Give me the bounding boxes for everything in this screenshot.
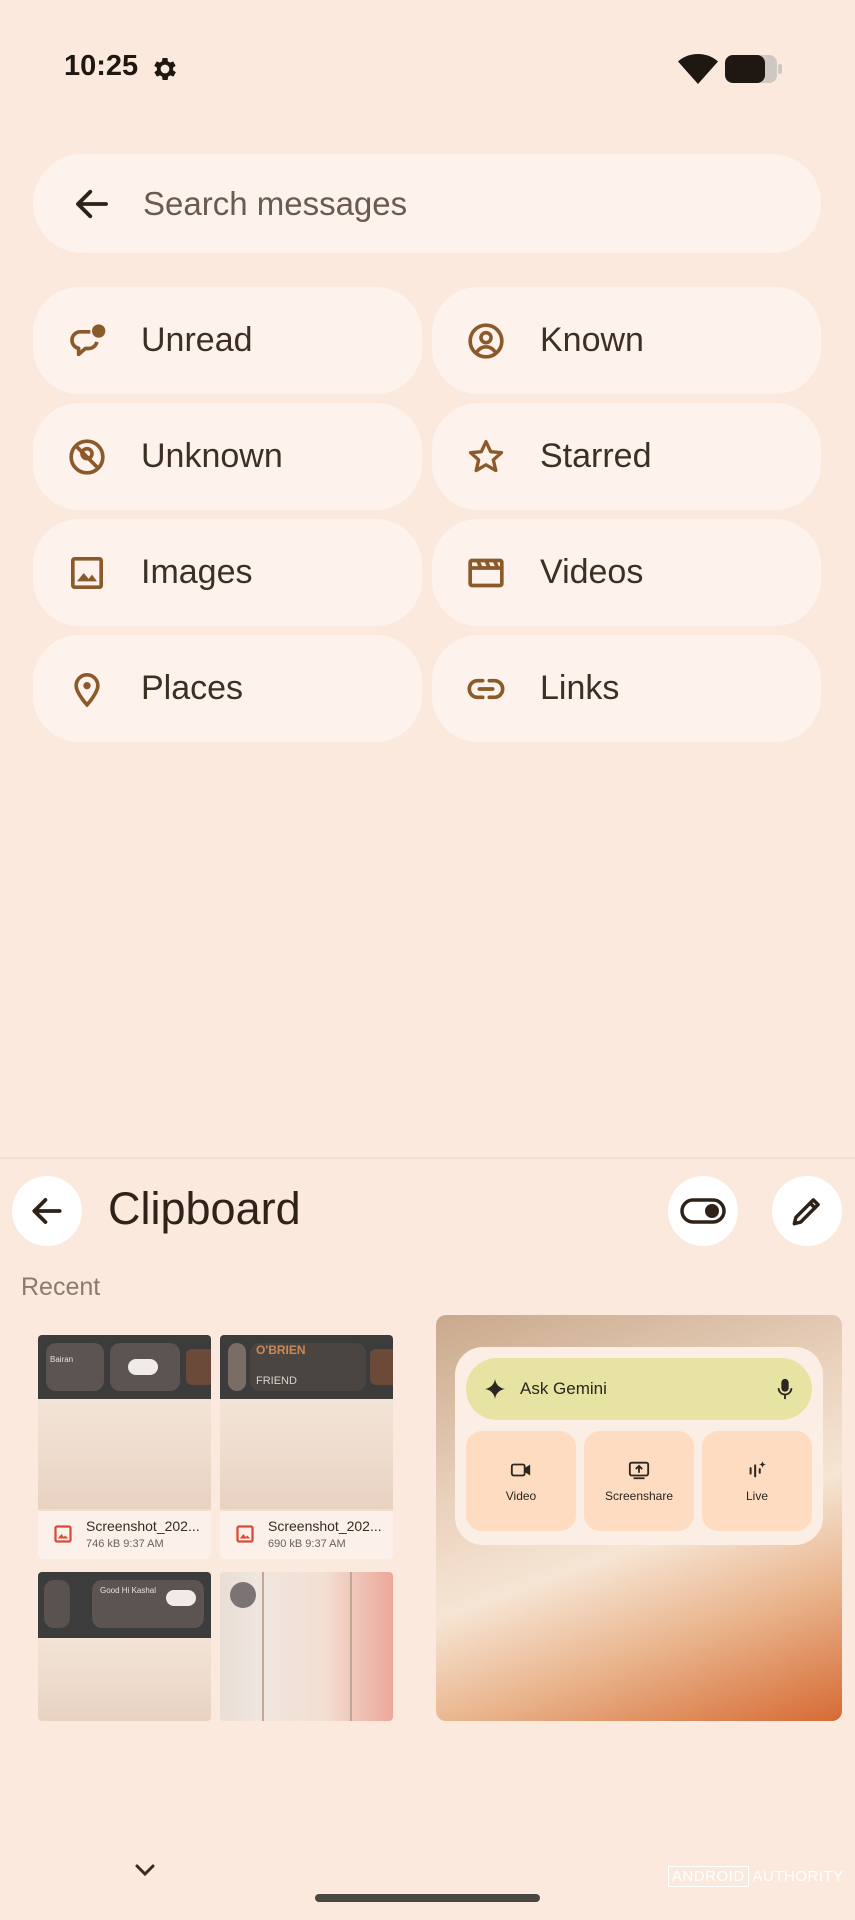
movie-icon [468,558,504,587]
clipboard-item[interactable]: Good Hi Kashal [38,1572,211,1721]
watermark-b: AUTHORITY [752,1868,844,1885]
pencil-icon [792,1198,820,1226]
location-pin-icon [74,672,100,708]
image-icon [71,556,103,589]
gemini-card: Ask Gemini Video Screenshare Live [455,1347,823,1545]
search-bar[interactable]: Search messages [33,154,821,253]
gemini-spark-icon [484,1378,506,1400]
clipboard-item[interactable]: O'BRIEN FRIEND Screenshot_202... 690 kB … [220,1335,393,1559]
gemini-button-label: Video [505,1489,537,1503]
watermark-a: ANDROID [668,1866,749,1887]
filter-label: Links [540,669,620,707]
clipboard-item[interactable]: Bairan Screenshot_202... 746 kB 9:37 AM [38,1335,211,1559]
gear-icon [154,58,176,80]
arrow-left-icon[interactable] [71,183,113,225]
thumb-text: Good Hi Kashal [100,1586,157,1595]
battery-icon [725,55,782,83]
thumb-text: Bairan [50,1355,74,1364]
ask-gemini-label: Ask Gemini [520,1379,607,1398]
filter-known[interactable]: Known [432,287,821,394]
gemini-screenshare-button[interactable]: Screenshare [584,1431,694,1531]
gemini-button-label: Live [745,1489,768,1503]
clip-meta: 746 kB 9:37 AM [86,1538,164,1550]
clip-filename: Screenshot_202... [86,1518,200,1534]
search-input[interactable]: Search messages [143,185,407,223]
clipboard-photo[interactable]: Ask Gemini Video Screenshare Live [436,1315,842,1721]
filter-places[interactable]: Places [33,635,422,742]
wifi-icon [678,54,718,84]
thumbnail-preview: O'BRIEN FRIEND [220,1335,393,1399]
clip-meta: 690 kB 9:37 AM [268,1538,346,1550]
divider-line [262,1572,264,1721]
recent-heading: Recent [21,1273,101,1301]
clipboard-item[interactable] [220,1572,393,1721]
ask-gemini-bar[interactable]: Ask Gemini [466,1358,812,1420]
filter-label: Videos [540,553,644,591]
clipboard-toggle-button[interactable] [668,1176,738,1246]
filter-label: Places [141,669,244,707]
gesture-handle[interactable] [315,1894,540,1902]
status-bar: 10:25 [0,0,855,140]
toggle-icon [680,1198,726,1224]
microphone-icon[interactable] [776,1378,794,1400]
thumbnail-preview: Bairan [38,1335,211,1399]
filter-unknown[interactable]: Unknown [33,403,422,510]
thumb-text: FRIEND [256,1375,297,1387]
filter-links[interactable]: Links [432,635,821,742]
video-camera-icon [510,1463,531,1477]
watermark: ANDROID AUTHORITY [668,1866,844,1887]
thumbnail-body [38,1638,211,1721]
clipboard-edit-button[interactable] [772,1176,842,1246]
clipboard-back-button[interactable] [12,1176,82,1246]
unread-chat-icon [70,323,106,356]
panel-divider [0,1157,855,1159]
clip-caption: Screenshot_202... 690 kB 9:37 AM [220,1511,393,1559]
unknown-person-icon [69,438,105,475]
clip-caption: Screenshot_202... 746 kB 9:37 AM [38,1511,211,1559]
image-file-icon [54,1525,72,1543]
thumbnail-body [38,1399,211,1509]
terminal-icon [230,1582,256,1608]
image-file-icon [236,1525,254,1543]
account-circle-icon [468,322,504,359]
filter-videos[interactable]: Videos [432,519,821,626]
filter-unread[interactable]: Unread [33,287,422,394]
gemini-live-button[interactable]: Live [702,1431,812,1531]
filter-label: Unread [141,321,253,359]
gemini-button-label: Screenshare [604,1489,674,1503]
thumbnail-preview: Good Hi Kashal [38,1572,211,1638]
thumbnail-body [220,1399,393,1509]
filter-label: Images [141,553,253,591]
live-waveform-icon [749,1460,767,1478]
screenshare-icon [628,1461,650,1480]
filter-starred[interactable]: Starred [432,403,821,510]
clipboard-title: Clipboard [108,1183,301,1234]
arrow-left-icon [32,1198,62,1224]
clip-filename: Screenshot_202... [268,1518,382,1534]
link-icon [467,678,505,699]
filter-label: Unknown [141,437,283,475]
filter-label: Starred [540,437,652,475]
status-time: 10:25 [64,50,139,82]
star-icon [468,439,504,472]
filter-images[interactable]: Images [33,519,422,626]
gemini-video-button[interactable]: Video [466,1431,576,1531]
thumb-text: O'BRIEN [256,1343,306,1357]
filter-grid: Unread Known Unknown Starred Images Vide… [33,287,821,742]
divider-line [350,1572,352,1721]
chevron-down-icon[interactable] [130,1860,160,1880]
filter-label: Known [540,321,644,359]
